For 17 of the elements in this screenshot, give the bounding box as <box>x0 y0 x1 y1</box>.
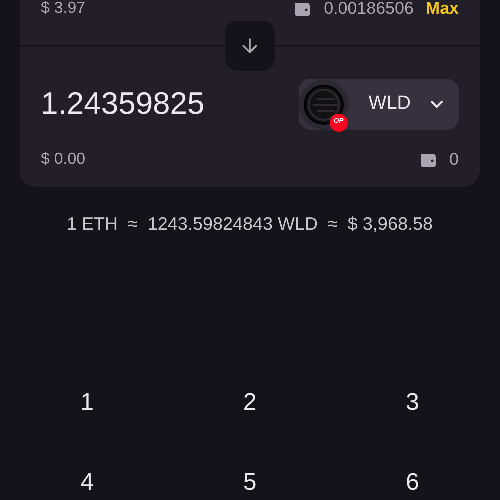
max-button[interactable]: Max <box>426 0 459 18</box>
fiat-value: $ 3.97 <box>41 0 86 18</box>
keypad-key[interactable]: 6 <box>331 442 494 500</box>
keypad-key[interactable]: 2 <box>168 362 332 442</box>
exchange-rate: 1 ETH ≈ 1243.59824843 WLD ≈ $ 3,968.58 <box>67 212 433 236</box>
amount-value[interactable]: 1.24359825 <box>41 81 205 128</box>
balance-value: 0.00186506 <box>324 0 414 18</box>
keypad-key[interactable]: 4 <box>6 442 169 500</box>
wallet-icon <box>420 152 438 168</box>
chevron-down-icon <box>431 101 443 108</box>
keypad-key[interactable]: 5 <box>168 442 332 500</box>
swap-direction-button[interactable] <box>225 21 275 71</box>
keypad-key[interactable]: 3 <box>331 362 494 442</box>
keypad-key[interactable]: 1 <box>6 362 169 442</box>
token-logo-icon <box>302 84 345 126</box>
balance-value: 0 <box>450 149 459 171</box>
fiat-value: $ 0.00 <box>41 150 86 170</box>
